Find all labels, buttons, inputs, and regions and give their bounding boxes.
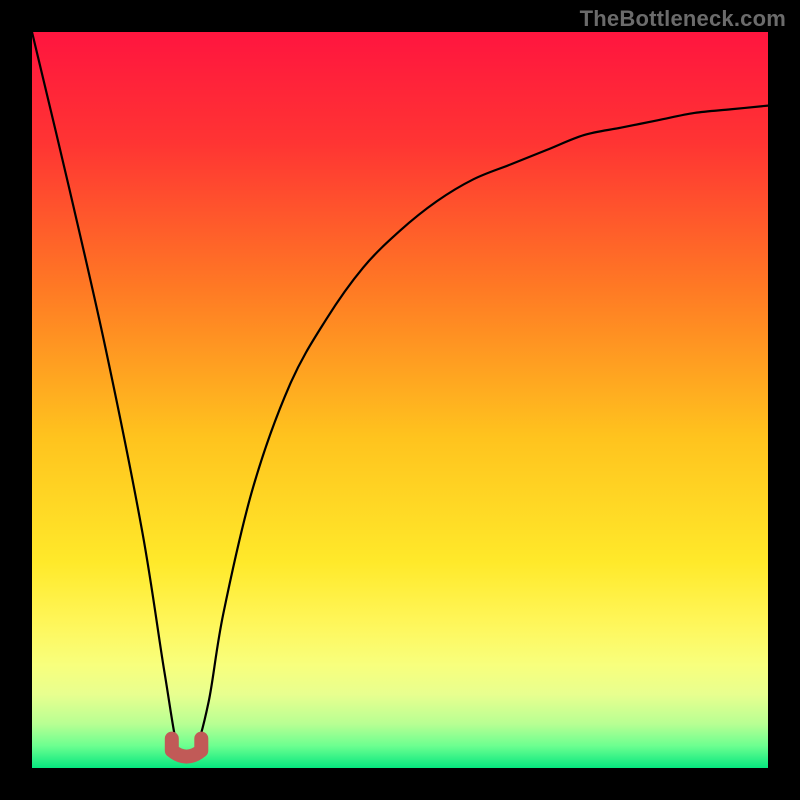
plot-area [32, 32, 768, 768]
outer-frame: TheBottleneck.com [0, 0, 800, 800]
bottleneck-curve [32, 32, 768, 768]
minimum-marker-icon [172, 739, 202, 757]
attribution-text: TheBottleneck.com [580, 6, 786, 32]
